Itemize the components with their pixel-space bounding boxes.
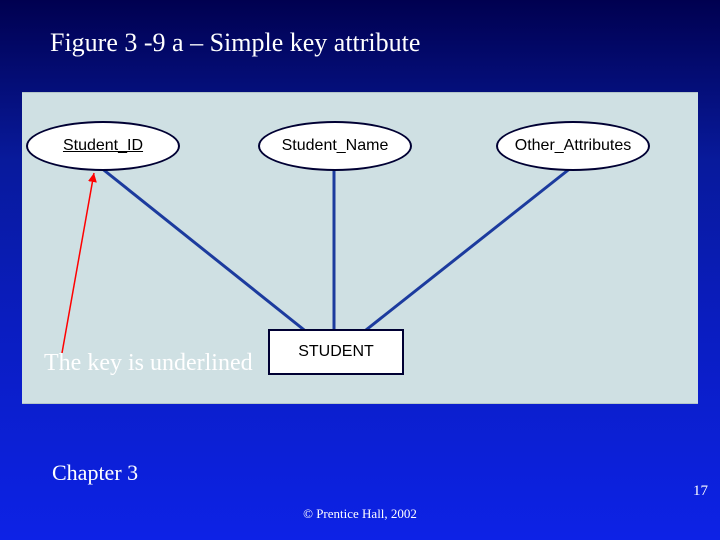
figure-title: Figure 3 -9 a – Simple key attribute [50,28,420,58]
attribute-label: Student_ID [63,137,143,155]
attribute-other: Other_Attributes [496,121,650,171]
attribute-student-name: Student_Name [258,121,412,171]
entity-student: STUDENT [268,329,404,375]
entity-label: STUDENT [298,343,374,361]
copyright: © Prentice Hall, 2002 [0,506,720,522]
chapter-label: Chapter 3 [52,460,138,486]
attribute-label: Student_Name [282,137,389,155]
attribute-student-id: Student_ID [26,121,180,171]
page-number: 17 [693,483,708,500]
key-annotation: The key is underlined [44,350,253,377]
slide: Figure 3 -9 a – Simple key attribute Stu… [0,0,720,540]
attribute-label: Other_Attributes [515,137,632,155]
